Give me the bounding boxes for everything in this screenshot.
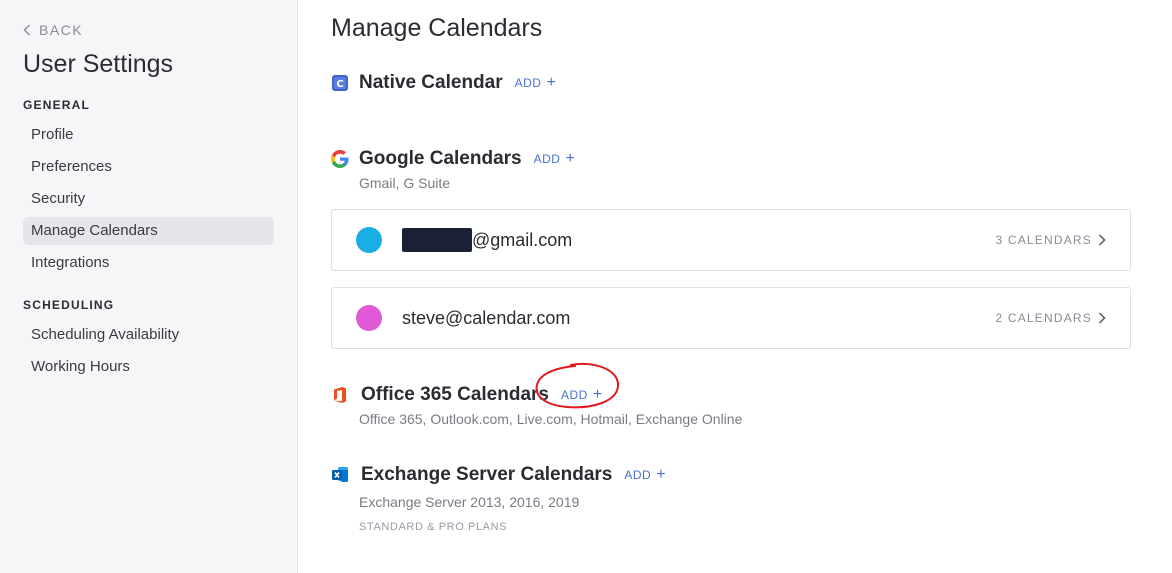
plus-icon: +	[546, 74, 557, 91]
google-add-label: ADD	[533, 152, 561, 166]
account-color-dot	[356, 227, 382, 253]
sidebar-item-integrations[interactable]: Integrations	[23, 249, 274, 277]
plus-icon: +	[656, 466, 667, 483]
account-email-domain: @gmail.com	[472, 229, 573, 250]
plans-note: STANDARD & PRO PLANS	[359, 521, 508, 533]
account-color-dot	[356, 305, 382, 331]
native-calendar-name: Native Calendar	[359, 72, 503, 93]
chevron-left-icon	[23, 24, 30, 36]
google-calendars-name: Google Calendars	[359, 148, 522, 169]
google-subtitle: Gmail, G Suite	[359, 175, 451, 191]
office-365-name: Office 365 Calendars	[361, 384, 549, 405]
sidebar-item-manage-calendars[interactable]: Manage Calendars	[23, 217, 274, 245]
calendar-c-icon: C	[331, 74, 349, 92]
office-subtitle: Office 365, Outlook.com, Live.com, Hotma…	[359, 411, 743, 427]
chevron-right-icon	[1098, 312, 1106, 324]
calendar-count: 3 CALENDARS	[995, 233, 1092, 247]
native-add-label: ADD	[514, 76, 542, 90]
google-g-icon	[331, 150, 349, 168]
sidebar-item-preferences[interactable]: Preferences	[23, 153, 274, 181]
section-label-general: GENERAL	[23, 98, 91, 112]
chevron-right-icon	[1098, 234, 1106, 246]
sidebar: BACK User Settings GENERAL Profile Prefe…	[0, 0, 298, 573]
plus-icon: +	[565, 150, 576, 167]
calendar-count: 2 CALENDARS	[995, 311, 1092, 325]
google-account-row-1[interactable]: @gmail.com 3 CALENDARS	[331, 209, 1131, 271]
office-add-button[interactable]: ADD +	[560, 386, 603, 403]
sidebar-item-working-hours[interactable]: Working Hours	[23, 353, 274, 381]
office-add-label: ADD	[560, 388, 588, 402]
exchange-add-button[interactable]: ADD +	[624, 466, 667, 483]
account-email: steve@calendar.com	[402, 307, 571, 328]
google-add-button[interactable]: ADD +	[533, 150, 576, 167]
google-calendars-header: Google Calendars ADD +	[331, 148, 575, 170]
page-title: Manage Calendars	[331, 14, 543, 42]
sidebar-item-security[interactable]: Security	[23, 185, 274, 213]
exchange-name: Exchange Server Calendars	[361, 464, 613, 485]
native-add-button[interactable]: ADD +	[514, 74, 557, 91]
main-content: Manage Calendars C Native Calendar ADD +…	[331, 0, 1172, 573]
back-label: BACK	[39, 22, 84, 38]
exchange-header: Exchange Server Calendars ADD +	[331, 464, 666, 486]
back-link[interactable]: BACK	[23, 22, 83, 38]
exchange-icon	[331, 466, 349, 484]
account-email: @gmail.com	[402, 228, 572, 252]
exchange-subtitle: Exchange Server 2013, 2016, 2019	[359, 494, 580, 510]
exchange-add-label: ADD	[624, 468, 652, 482]
sidebar-title: User Settings	[23, 50, 174, 78]
sidebar-item-profile[interactable]: Profile	[23, 121, 274, 149]
redacted-block	[402, 228, 472, 252]
google-account-row-2[interactable]: steve@calendar.com 2 CALENDARS	[331, 287, 1131, 349]
sidebar-item-scheduling-availability[interactable]: Scheduling Availability	[23, 321, 274, 349]
plus-icon: +	[592, 386, 603, 403]
svg-text:C: C	[336, 79, 343, 90]
office-365-icon	[331, 386, 349, 404]
office-365-header: Office 365 Calendars ADD +	[331, 384, 603, 406]
native-calendar-header: C Native Calendar ADD +	[331, 72, 556, 94]
section-label-scheduling: SCHEDULING	[23, 298, 115, 312]
